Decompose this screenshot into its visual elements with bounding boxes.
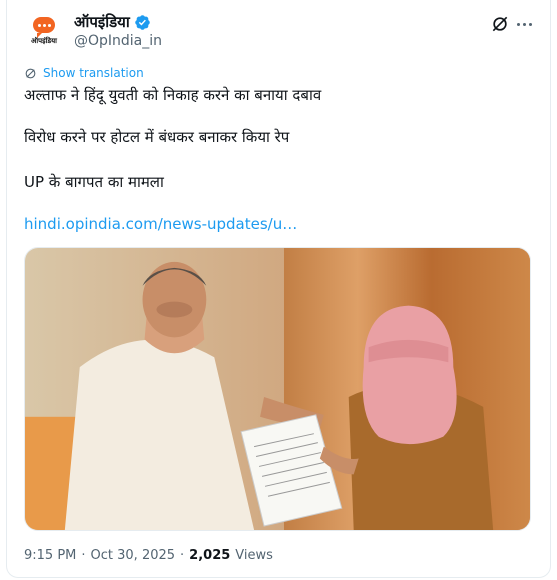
tweet-meta: 9:15 PM · Oct 30, 2025 · 2,025 Views (24, 548, 273, 563)
grok-icon[interactable] (490, 14, 510, 34)
show-translation-link[interactable]: Show translation (24, 66, 144, 80)
tweet-photo[interactable] (24, 247, 531, 531)
avatar[interactable]: ऑपइंडिया (24, 11, 64, 51)
photo-illustration (25, 248, 530, 530)
tweet-text-line-2: विरोध करने पर होटल में बंधकर बनाकर किया … (24, 128, 290, 146)
meta-separator: · (81, 548, 86, 563)
author-name-row[interactable]: ऑपइंडिया (74, 12, 151, 32)
verified-badge-icon (134, 14, 150, 30)
show-translation-label[interactable]: Show translation (43, 66, 144, 80)
tweet-text-line-3: UP के बागपत का मामला (24, 173, 164, 191)
views-label: Views (235, 548, 273, 563)
opindia-logo-icon (33, 17, 55, 38)
tweet-text-line-1: अल्ताफ ने हिंदू युवती को निकाह करने का ब… (24, 86, 322, 104)
meta-separator: · (180, 548, 185, 563)
avatar-brand-text: ऑपइंडिया (30, 37, 57, 45)
tweet-time[interactable]: 9:15 PM (24, 548, 76, 563)
display-name[interactable]: ऑपइंडिया (74, 12, 130, 32)
author-handle[interactable]: @OpIndia_in (74, 33, 162, 49)
views-count: 2,025 (189, 548, 231, 563)
translate-icon (25, 68, 36, 78)
article-link[interactable]: hindi.opindia.com/news-updates/u… (24, 215, 297, 233)
tweet-date[interactable]: Oct 30, 2025 (91, 548, 176, 563)
more-options-icon[interactable] (514, 14, 534, 34)
